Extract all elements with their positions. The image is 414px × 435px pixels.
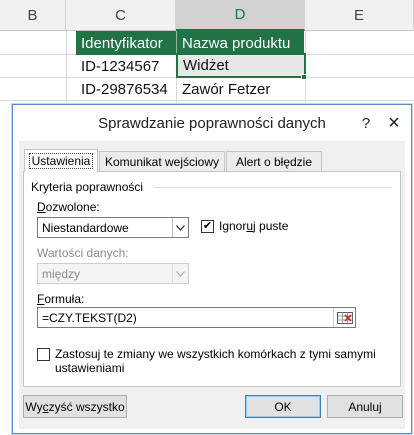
cell-text: Identyfikator: [81, 34, 163, 52]
chevron-down-icon-glyph: [176, 224, 185, 231]
column-header-label: B: [27, 6, 38, 24]
column-header-label: D: [234, 6, 246, 23]
allow-select[interactable]: Niestandardowe: [37, 217, 189, 238]
cell-header-id[interactable]: Identyfikator: [76, 31, 177, 55]
cell-text: Widżet: [183, 57, 229, 74]
data-select[interactable]: między: [37, 263, 189, 284]
range-selector-icon: [336, 311, 353, 324]
cell-id-1[interactable]: ID-1234567: [76, 54, 176, 78]
chevron-down-icon: [172, 264, 188, 283]
screen: B C D E Identyfikator Nazwa produktu ID-…: [0, 0, 414, 435]
label-part: ormuła:: [44, 292, 85, 306]
dialog-title: Sprawdzanie poprawności danych: [98, 114, 326, 132]
cell-header-name[interactable]: Nazwa produktu: [177, 31, 304, 55]
tab-label: Alert o błędzie: [235, 154, 313, 169]
data-validation-dialog: Sprawdzanie poprawności danych ? × Ustaw…: [12, 104, 412, 434]
column-header-label: C: [115, 6, 126, 24]
ignore-blank-checkbox[interactable]: ✔: [201, 220, 214, 233]
apply-all-checkbox[interactable]: [37, 348, 50, 361]
ok-button[interactable]: OK: [245, 395, 321, 418]
clear-all-button[interactable]: Wy c zyść wszystko: [23, 395, 127, 418]
formula-input[interactable]: =CZY.TEKST(D2): [37, 307, 356, 328]
column-header-label: E: [353, 6, 364, 24]
cancel-button[interactable]: Anuluj: [327, 395, 403, 418]
label-accelerator: D: [37, 200, 46, 214]
cell-text: Nazwa produktu: [182, 34, 291, 52]
data-select-value: między: [42, 266, 81, 281]
dialog-body: Ustawienia Komunikat wejściowy Alert o b…: [19, 141, 405, 429]
tab-label: Komunikat wejściowy: [104, 154, 220, 169]
cell-id-2[interactable]: ID-29876534: [76, 77, 176, 101]
tab-input-message[interactable]: Komunikat wejściowy: [99, 151, 225, 171]
button-label-part: Wy: [25, 399, 43, 414]
chevron-down-icon[interactable]: [172, 218, 188, 237]
group-divider: [154, 187, 392, 188]
grid-line: [66, 31, 67, 111]
column-header-e[interactable]: E: [305, 0, 414, 31]
label-part: ozwolone:: [45, 200, 100, 214]
formula-value: =CZY.TEKST(D2): [42, 310, 137, 325]
tab-error-alert[interactable]: Alert o błędzie: [226, 151, 322, 171]
range-reference-button[interactable]: [333, 308, 355, 327]
tab-settings[interactable]: Ustawienia: [24, 149, 98, 172]
label-part: Ignor: [219, 219, 247, 233]
close-icon: ×: [388, 111, 400, 134]
column-header-b[interactable]: B: [0, 0, 66, 31]
apply-all-label[interactable]: Zastosuj te zmiany we wszystkich komórka…: [55, 347, 385, 375]
help-button[interactable]: ?: [355, 113, 377, 133]
cell-text: Zawór Fetzer: [182, 80, 271, 98]
formula-label: Formuła:: [37, 292, 84, 306]
column-header-d[interactable]: D: [176, 0, 305, 31]
column-header-c[interactable]: C: [66, 0, 176, 31]
label-part: j puste: [253, 219, 289, 233]
button-label-part: zyść wszystko: [48, 399, 125, 414]
ignore-blank-label[interactable]: Ignoruj puste: [219, 219, 288, 233]
help-icon: ?: [361, 114, 371, 132]
cell-text: ID-29876534: [81, 80, 168, 98]
allow-label: Dozwolone:: [37, 200, 100, 214]
checkmark-icon: ✔: [202, 220, 213, 232]
tab-label: Ustawienia: [28, 153, 94, 169]
cell-name-2[interactable]: Zawór Fetzer: [177, 77, 305, 101]
data-label: Wartości danych:: [37, 246, 129, 260]
allow-select-value: Niestandardowe: [42, 220, 129, 235]
settings-panel: Kryteria poprawności Dozwolone: Niestand…: [23, 171, 401, 387]
criteria-group-label: Kryteria poprawności: [31, 180, 144, 194]
cell-name-1-selected[interactable]: Widżet: [176, 53, 306, 78]
cell-text: ID-1234567: [81, 57, 160, 75]
chevron-down-icon-glyph: [176, 270, 185, 277]
dialog-titlebar[interactable]: Sprawdzanie poprawności danych: [13, 105, 411, 141]
close-button[interactable]: ×: [383, 111, 405, 134]
